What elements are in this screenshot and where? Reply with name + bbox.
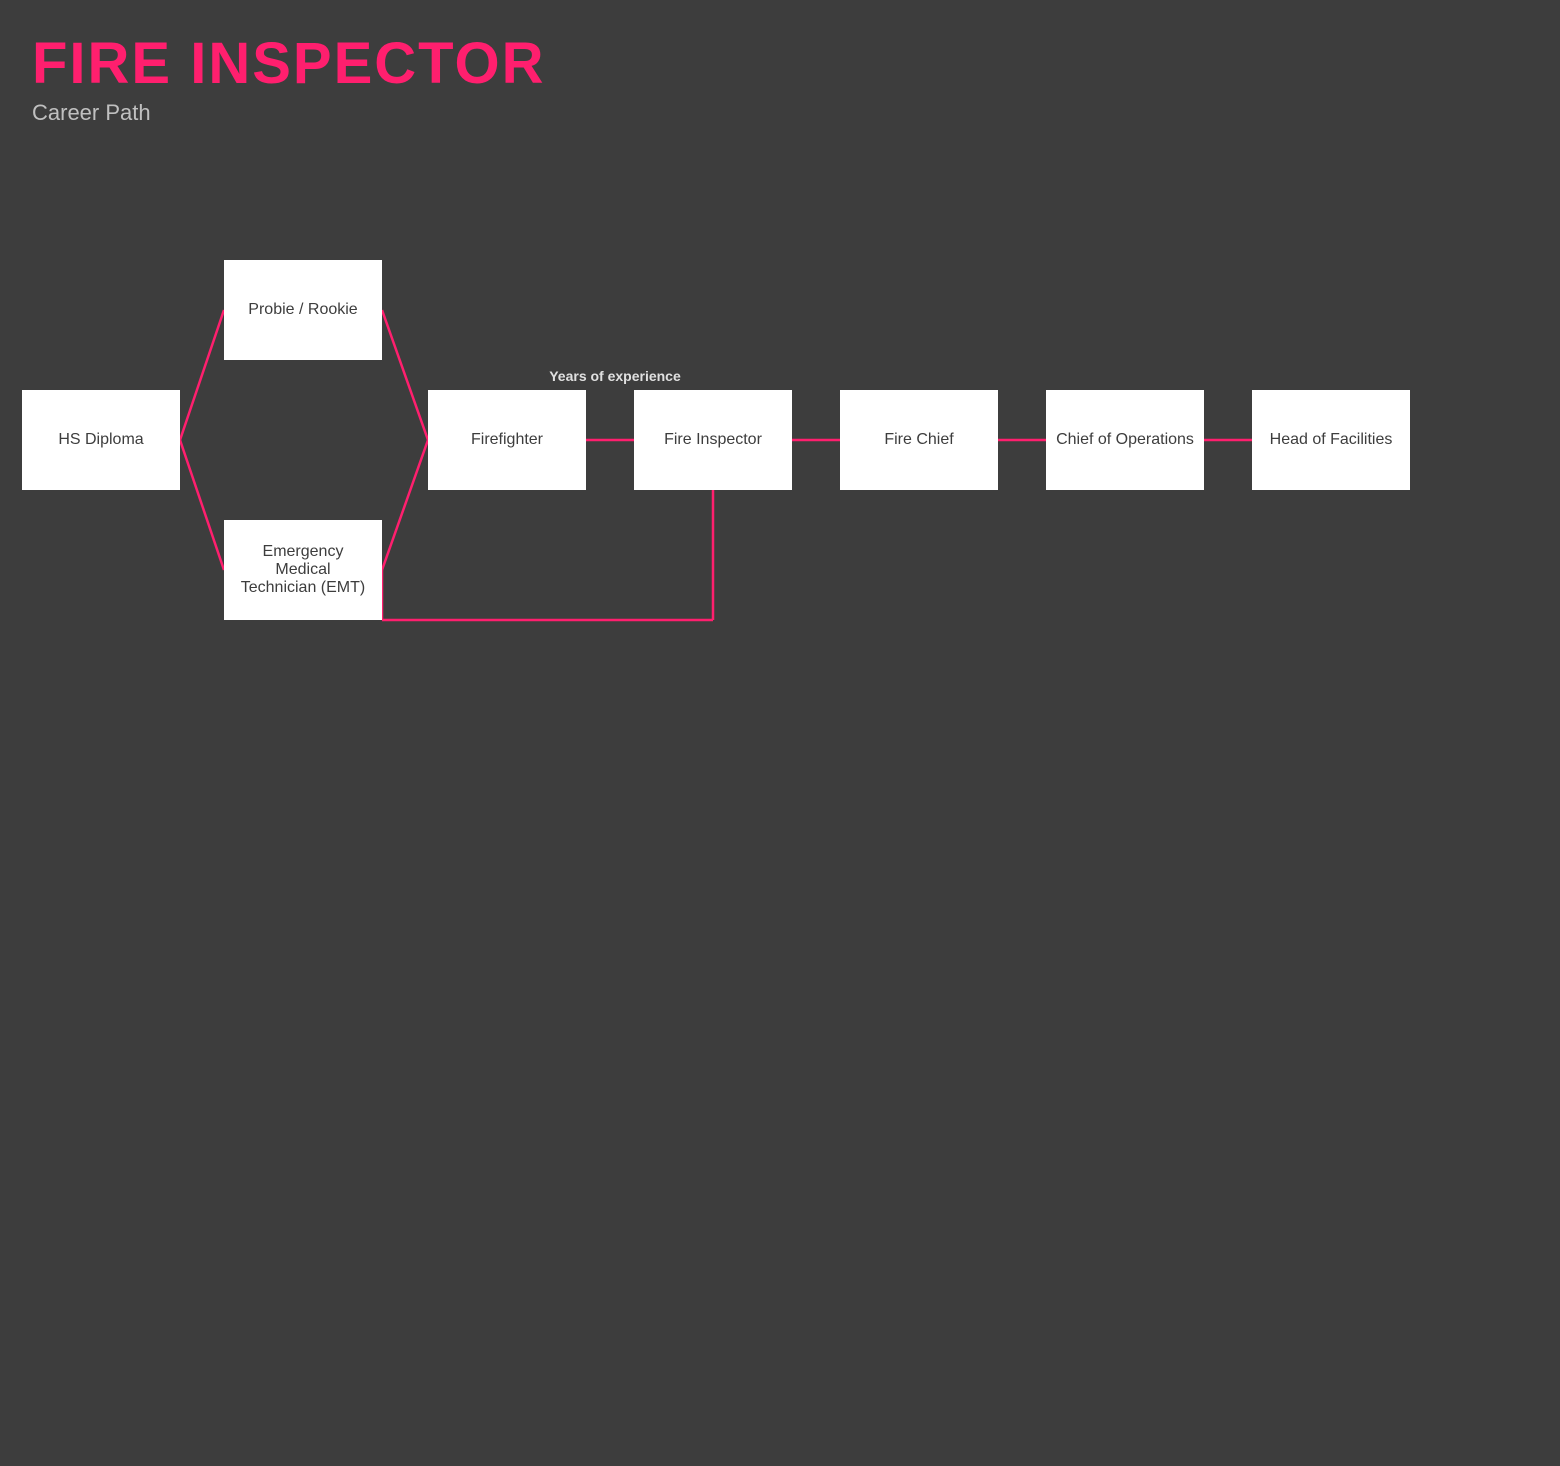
probie-card: Probie / Rookie — [224, 260, 382, 360]
emt-card: Emergency Medical Technician (EMT) — [224, 520, 382, 620]
years-label: Years of experience — [500, 368, 730, 384]
career-path-diagram: Years of experience HS Diploma Probie / … — [0, 200, 1560, 800]
page-title: FIRE INSPECTOR — [32, 32, 546, 96]
logo-icon: G — [1466, 866, 1560, 1466]
hs-diploma-card: HS Diploma — [22, 390, 180, 490]
fire-chief-card: Fire Chief — [840, 390, 998, 490]
header: FIRE INSPECTOR Career Path — [32, 32, 546, 126]
brand-logo: G — [1466, 866, 1536, 936]
firefighter-card: Firefighter — [428, 390, 586, 490]
fire-inspector-card: Fire Inspector — [634, 390, 792, 490]
chief-of-ops-card: Chief of Operations — [1046, 390, 1204, 490]
head-of-facilities-card: Head of Facilities — [1252, 390, 1410, 490]
page-subtitle: Career Path — [32, 100, 546, 126]
